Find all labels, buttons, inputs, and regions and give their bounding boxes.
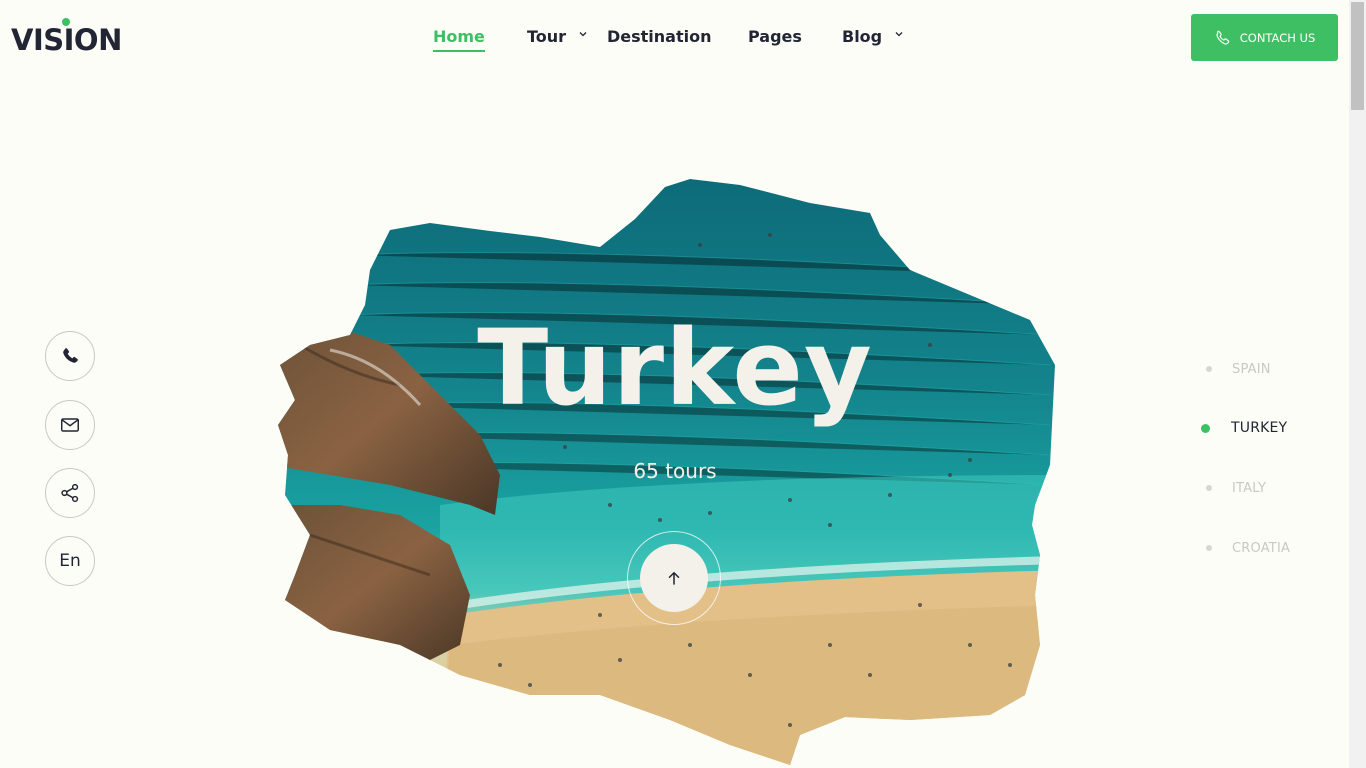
- contact-us-button[interactable]: CONTACH US: [1191, 14, 1338, 61]
- phone-button[interactable]: [45, 331, 95, 381]
- nav-item-destination[interactable]: Destination: [607, 26, 712, 48]
- destination-dot: [1201, 423, 1210, 433]
- nav-item-tour[interactable]: Tour: [527, 26, 588, 48]
- hero-arrow-button[interactable]: [640, 544, 708, 612]
- logo-text: VISION: [11, 23, 122, 57]
- destination-dot: [1206, 545, 1212, 551]
- nav-item-pages[interactable]: Pages: [748, 26, 802, 48]
- language-label: En: [59, 551, 81, 571]
- scrollbar-thumb[interactable]: [1351, 2, 1364, 110]
- phone-icon: [1216, 30, 1230, 45]
- nav-item-blog[interactable]: Blog: [842, 26, 904, 48]
- destination-label: TURKEY: [1231, 420, 1288, 436]
- arrow-up-icon: [668, 572, 680, 585]
- destination-item-turkey[interactable]: TURKEY: [1200, 418, 1287, 438]
- chevron-down-icon: [579, 32, 587, 37]
- destination-label: ITALY: [1232, 480, 1267, 496]
- destination-label: CROATIA: [1232, 540, 1291, 556]
- nav-item-home[interactable]: Home: [433, 26, 485, 52]
- destination-item-italy[interactable]: ITALY: [1200, 478, 1266, 498]
- destination-dot: [1206, 366, 1212, 372]
- destination-dot: [1206, 485, 1212, 491]
- nav-item-label: Destination: [607, 27, 712, 46]
- hero-destination-image: Turkey 65 tours: [270, 175, 1065, 765]
- nav-item-label: Tour: [527, 27, 567, 46]
- destination-item-croatia[interactable]: CROATIA: [1200, 538, 1290, 558]
- destination-item-spain[interactable]: SPAIN: [1200, 359, 1271, 379]
- hero-tour-count: 65 tours: [633, 459, 717, 483]
- share-icon: [61, 483, 79, 503]
- share-button[interactable]: [45, 468, 95, 518]
- language-button[interactable]: En: [45, 536, 95, 586]
- contact-us-label: CONTACH US: [1239, 30, 1316, 45]
- logo-dot: [62, 18, 70, 26]
- nav-item-label: Home: [433, 27, 485, 46]
- chevron-down-icon: [895, 32, 903, 37]
- nav-item-label: Pages: [748, 27, 802, 46]
- logo[interactable]: VISION: [11, 18, 122, 58]
- destination-label: SPAIN: [1232, 361, 1271, 377]
- mail-button[interactable]: [45, 400, 95, 450]
- hero-title: Turkey: [477, 307, 873, 429]
- nav-item-label: Blog: [842, 27, 883, 46]
- mail-icon: [61, 418, 79, 432]
- page-scrollbar[interactable]: [1349, 0, 1366, 768]
- nav-active-underline: [433, 50, 485, 52]
- phone-icon: [63, 348, 78, 363]
